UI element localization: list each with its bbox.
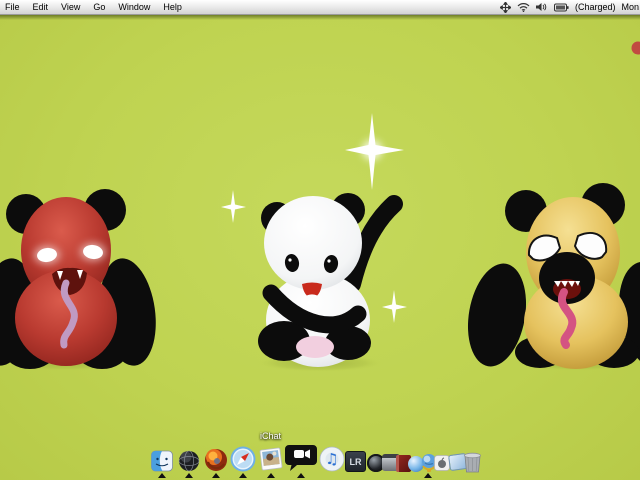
ichat-icon[interactable]	[285, 440, 317, 477]
lightroom-label: LR	[346, 452, 365, 473]
wifi-icon[interactable]	[517, 2, 530, 12]
menu-go[interactable]: Go	[93, 2, 105, 12]
menu-view[interactable]: View	[61, 2, 80, 12]
clock[interactable]: Mon	[621, 2, 639, 12]
menu-file[interactable]: File	[5, 2, 20, 12]
dock: iChat	[0, 428, 640, 480]
battery-status-label[interactable]: (Charged)	[575, 2, 616, 12]
menu-help[interactable]: Help	[163, 2, 182, 12]
menu-list: File Edit View Go Window Help	[0, 2, 182, 12]
itunes-icon[interactable]: ♫	[319, 446, 345, 477]
running-indicator	[158, 473, 166, 478]
svg-text:♫: ♫	[325, 450, 338, 468]
desktop[interactable]	[0, 0, 640, 480]
running-indicator	[297, 473, 305, 478]
running-indicator	[424, 473, 432, 478]
menubar-status: (Charged) Mon	[500, 2, 640, 13]
battery-icon[interactable]	[554, 3, 569, 12]
running-indicator	[212, 473, 220, 478]
running-indicator	[185, 473, 193, 478]
menu-window[interactable]: Window	[118, 2, 150, 12]
menubar: File Edit View Go Window Help	[0, 0, 640, 15]
dock-tooltip: iChat	[260, 431, 281, 441]
menubar-shadow	[0, 15, 640, 20]
running-indicator	[267, 473, 275, 478]
menu-edit[interactable]: Edit	[33, 2, 49, 12]
running-indicator	[239, 473, 247, 478]
volume-icon[interactable]	[536, 2, 548, 12]
lightroom-icon[interactable]: LR	[345, 451, 366, 472]
move-icon[interactable]	[500, 2, 511, 13]
trash-icon[interactable]	[462, 451, 483, 478]
